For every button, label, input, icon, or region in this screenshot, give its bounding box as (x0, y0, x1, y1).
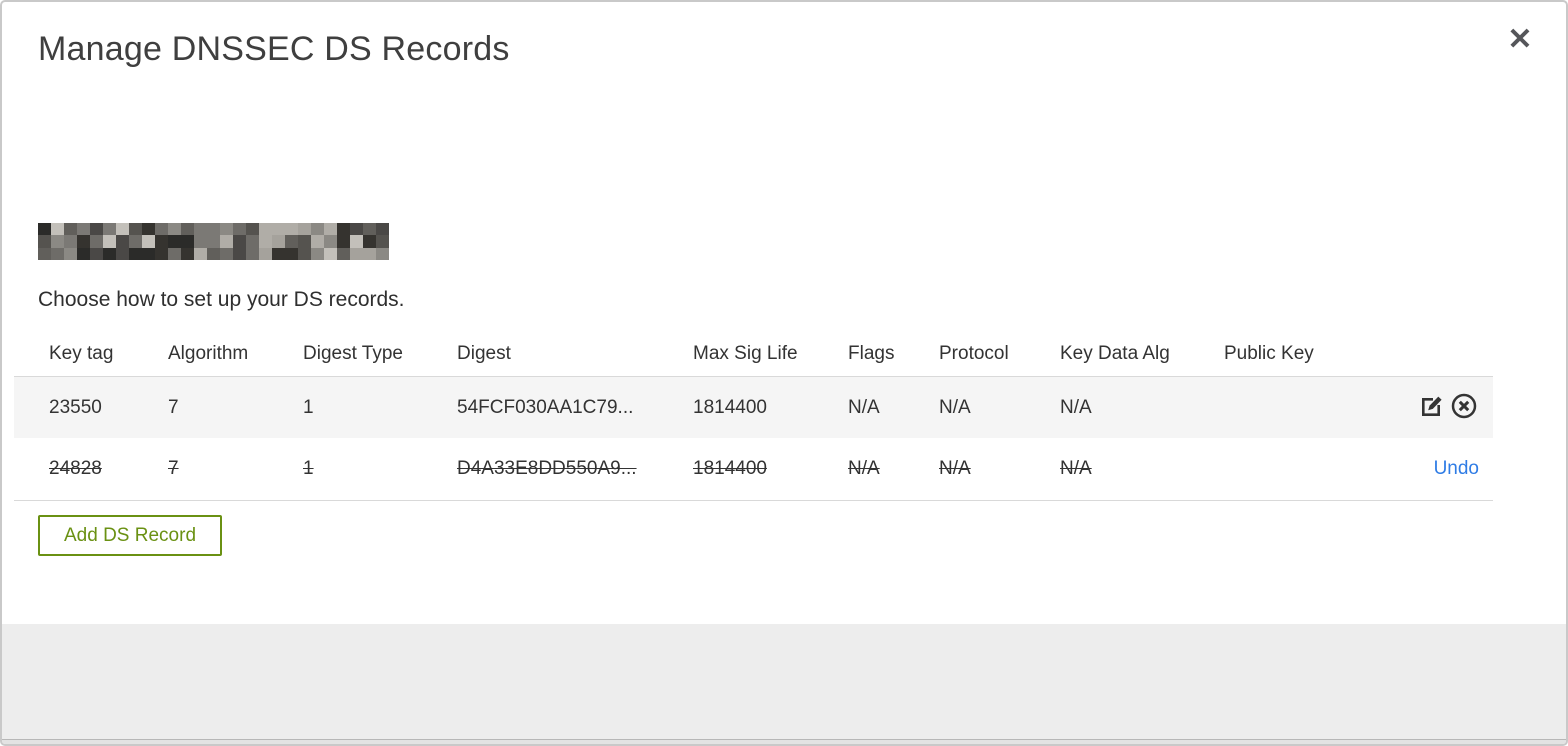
flags-value: N/A (848, 458, 880, 479)
column-header-algorithm: Algorithm (168, 343, 249, 364)
column-header-flags: Flags (848, 343, 895, 364)
digest-type-value: 1 (303, 396, 314, 418)
edit-record-button[interactable] (1417, 393, 1447, 423)
subtitle-text: Choose how to set up your DS records. (38, 288, 405, 311)
protocol-value: N/A (939, 396, 971, 418)
modal-footer: Save Cancel (2, 624, 1566, 739)
protocol-value: N/A (939, 458, 971, 479)
table-header-row: Key tag Algorithm Digest Type Digest Max… (14, 332, 1493, 376)
column-header-digest: Digest (457, 343, 511, 364)
add-ds-record-button[interactable]: Add DS Record (38, 515, 223, 556)
column-header-max-sig-life: Max Sig Life (693, 343, 798, 364)
delete-circle-x-icon (1450, 393, 1478, 423)
flags-value: N/A (848, 396, 880, 418)
column-header-digest-type: Digest Type (303, 343, 403, 364)
table-row: 23550 7 1 54FCF030AA1C79... 1814400 N/A … (14, 376, 1493, 438)
digest-value: 54FCF030AA1C79... (457, 396, 634, 418)
key-tag-value: 24828 (49, 458, 102, 479)
key-tag-value: 23550 (49, 396, 102, 418)
redacted-domain-name (38, 223, 389, 260)
algorithm-value: 7 (168, 458, 179, 479)
undo-delete-link[interactable]: Undo (1434, 458, 1479, 480)
digest-value: D4A33E8DD550A9... (457, 458, 637, 479)
max-sig-life-value: 1814400 (693, 396, 767, 418)
algorithm-value: 7 (168, 396, 179, 418)
delete-record-button[interactable] (1449, 393, 1479, 423)
modal-bottom-edge (2, 739, 1566, 744)
edit-icon (1419, 393, 1445, 422)
column-header-key-tag: Key tag (49, 343, 114, 364)
ds-records-table: Key tag Algorithm Digest Type Digest Max… (14, 332, 1493, 501)
dnssec-modal: Manage DNSSEC DS Records ✕ Choose how to… (0, 0, 1568, 746)
max-sig-life-value: 1814400 (693, 458, 767, 479)
key-data-alg-value: N/A (1060, 458, 1092, 479)
table-row-deleted: 24828 7 1 D4A33E8DD550A9... 1814400 N/A … (14, 438, 1493, 501)
column-header-protocol: Protocol (939, 343, 1009, 364)
close-icon[interactable]: ✕ (1500, 20, 1540, 60)
page-title: Manage DNSSEC DS Records (38, 30, 510, 68)
column-header-key-data-alg: Key Data Alg (1060, 343, 1170, 364)
key-data-alg-value: N/A (1060, 396, 1092, 418)
column-header-public-key: Public Key (1224, 343, 1314, 364)
digest-type-value: 1 (303, 458, 314, 479)
